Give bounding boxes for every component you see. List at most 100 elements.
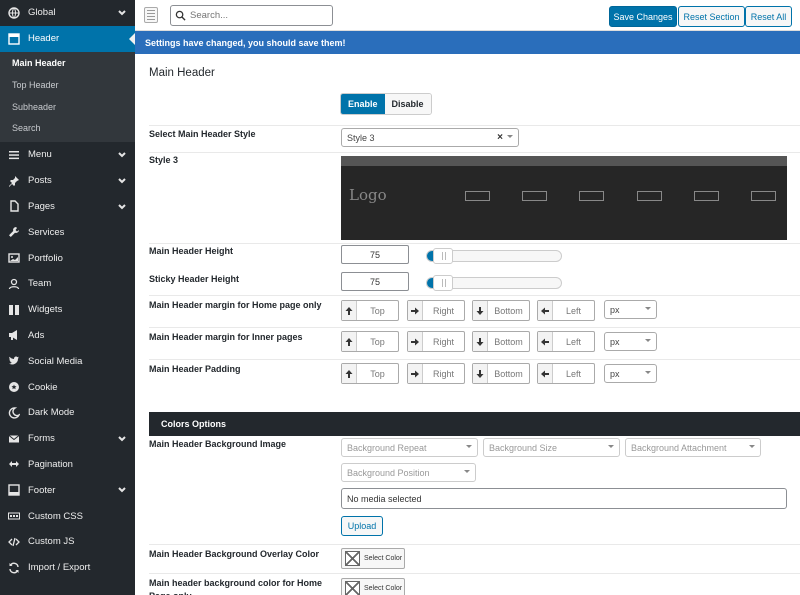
- sidebar-item-posts[interactable]: Posts: [0, 168, 135, 194]
- sidebar: Global Header Main Header Top Header Sub…: [0, 0, 135, 595]
- sidebar-item-social-media[interactable]: Social Media: [0, 348, 135, 374]
- upload-button[interactable]: Upload: [341, 516, 383, 536]
- preview-logo: Logo: [349, 186, 387, 204]
- sticky-height-slider[interactable]: [426, 275, 562, 291]
- sidebar-item-pagination[interactable]: Pagination: [0, 452, 135, 478]
- search-input[interactable]: [190, 10, 325, 21]
- submenu-item-top-header[interactable]: Top Header: [0, 74, 135, 96]
- header-submenu: Main Header Top Header Subheader Search: [0, 51, 135, 142]
- save-changes-button[interactable]: Save Changes: [609, 6, 677, 27]
- sidebar-item-label: Cookie: [28, 381, 58, 393]
- sidebar-item-portfolio[interactable]: Portfolio: [0, 245, 135, 271]
- arrow-down-icon: [476, 306, 484, 315]
- sidebar-item-ads[interactable]: Ads: [0, 323, 135, 349]
- padding-bottom[interactable]: Bottom: [472, 363, 530, 384]
- sidebar-item-cookie[interactable]: Cookie: [0, 374, 135, 400]
- unit-value: px: [610, 304, 620, 315]
- margin-inner-bottom[interactable]: Bottom: [472, 331, 530, 352]
- media-field[interactable]: No media selected: [341, 488, 787, 509]
- padding-top[interactable]: Top: [341, 363, 399, 384]
- divider: [149, 243, 800, 244]
- sidebar-item-custom-css[interactable]: Custom CSS: [0, 503, 135, 529]
- sidebar-item-label: Team: [28, 278, 52, 290]
- select-placeholder: Background Position: [347, 467, 430, 478]
- submenu-item-search[interactable]: Search: [0, 117, 135, 139]
- padding-unit-select[interactable]: px: [604, 364, 657, 383]
- sidebar-item-label: Pagination: [28, 458, 73, 470]
- arrow-left-icon: [541, 370, 549, 377]
- select-placeholder: Background Attachment: [631, 442, 727, 453]
- sidebar-item-import-export[interactable]: Import / Export: [0, 555, 135, 581]
- sidebar-item-footer[interactable]: Footer: [0, 477, 135, 503]
- clear-icon[interactable]: ×: [497, 132, 503, 143]
- divider: [149, 125, 800, 126]
- margin-home-top[interactable]: Top: [341, 300, 399, 321]
- submenu-item-main-header[interactable]: Main Header: [0, 53, 135, 75]
- margin-inner-unit-select[interactable]: px: [604, 332, 657, 351]
- home-bg-color-label: Main header background color for Home Pa…: [149, 578, 323, 595]
- bg-image-label: Main Header Background Image: [149, 439, 287, 449]
- margin-inner-top[interactable]: Top: [341, 331, 399, 352]
- margin-inner-right[interactable]: Right: [407, 331, 465, 352]
- layout-toggle-icon[interactable]: [144, 7, 158, 23]
- arrow-up-icon: [345, 306, 353, 315]
- sidebar-item-label: Portfolio: [28, 252, 63, 264]
- arrow-down-icon: [476, 369, 484, 378]
- home-bg-color-picker[interactable]: Select Color: [341, 578, 405, 595]
- sidebar-item-global[interactable]: Global: [0, 0, 135, 26]
- sidebar-item-widgets[interactable]: Widgets: [0, 297, 135, 323]
- preview-menu-item: [579, 191, 604, 201]
- submenu-item-subheader[interactable]: Subheader: [0, 96, 135, 118]
- sidebar-item-label: Services: [28, 226, 65, 238]
- chevron-down-icon: [117, 434, 127, 447]
- sidebar-item-header[interactable]: Header: [0, 25, 135, 52]
- header-height-input[interactable]: 75: [341, 245, 409, 264]
- bg-attachment-select[interactable]: Background Attachment: [625, 438, 761, 457]
- preview-menu-item: [465, 191, 490, 201]
- bg-repeat-select[interactable]: Background Repeat: [341, 438, 478, 457]
- sticky-height-label: Sticky Header Height: [149, 274, 240, 284]
- settings-panel: Main Header Enable Disable Select Main H…: [135, 54, 800, 595]
- slider-handle[interactable]: [433, 275, 454, 291]
- caret-down-icon: [608, 445, 614, 451]
- bg-position-select[interactable]: Background Position: [341, 463, 476, 482]
- padding-left[interactable]: Left: [537, 363, 595, 384]
- sidebar-item-services[interactable]: Services: [0, 219, 135, 245]
- cookie-icon: [7, 380, 21, 394]
- divider: [149, 295, 800, 296]
- margin-inner-left[interactable]: Left: [537, 331, 595, 352]
- sidebar-item-team[interactable]: Team: [0, 271, 135, 297]
- arrow-up-icon: [345, 369, 353, 378]
- sticky-height-input[interactable]: 75: [341, 272, 409, 291]
- margin-home-bottom[interactable]: Bottom: [472, 300, 530, 321]
- slider-handle[interactable]: [433, 248, 454, 264]
- header-height-slider[interactable]: [426, 248, 562, 264]
- caret-down-icon: [507, 135, 513, 141]
- overlay-color-label: Main Header Background Overlay Color: [149, 549, 320, 559]
- arrow-left-icon: [541, 338, 549, 345]
- sidebar-item-label: Posts: [28, 175, 52, 187]
- reset-section-button[interactable]: Reset Section: [678, 6, 745, 27]
- margin-home-right[interactable]: Right: [407, 300, 465, 321]
- bg-size-select[interactable]: Background Size: [483, 438, 620, 457]
- arrow-right-icon: [411, 307, 419, 314]
- overlay-color-picker[interactable]: Select Color: [341, 548, 405, 569]
- header-icon: [7, 32, 21, 46]
- header-style-preview: Logo: [341, 156, 787, 240]
- disable-button[interactable]: Disable: [384, 94, 431, 114]
- enable-button[interactable]: Enable: [341, 94, 385, 114]
- margin-home-unit-select[interactable]: px: [604, 300, 657, 319]
- sidebar-item-custom-js[interactable]: Custom JS: [0, 529, 135, 555]
- megaphone-icon: [7, 328, 21, 342]
- sidebar-item-dark-mode[interactable]: Dark Mode: [0, 400, 135, 426]
- padding-right[interactable]: Right: [407, 363, 465, 384]
- margin-home-left[interactable]: Left: [537, 300, 595, 321]
- reset-all-button[interactable]: Reset All: [745, 6, 792, 27]
- header-style-select[interactable]: Style 3 ×: [341, 128, 519, 147]
- sidebar-item-forms[interactable]: Forms: [0, 426, 135, 452]
- sidebar-item-pages[interactable]: Pages: [0, 194, 135, 220]
- dim-label: Left: [565, 368, 581, 379]
- caret-down-icon: [464, 470, 470, 476]
- arrow-left-icon: [541, 307, 549, 314]
- sidebar-item-menu[interactable]: Menu: [0, 142, 135, 168]
